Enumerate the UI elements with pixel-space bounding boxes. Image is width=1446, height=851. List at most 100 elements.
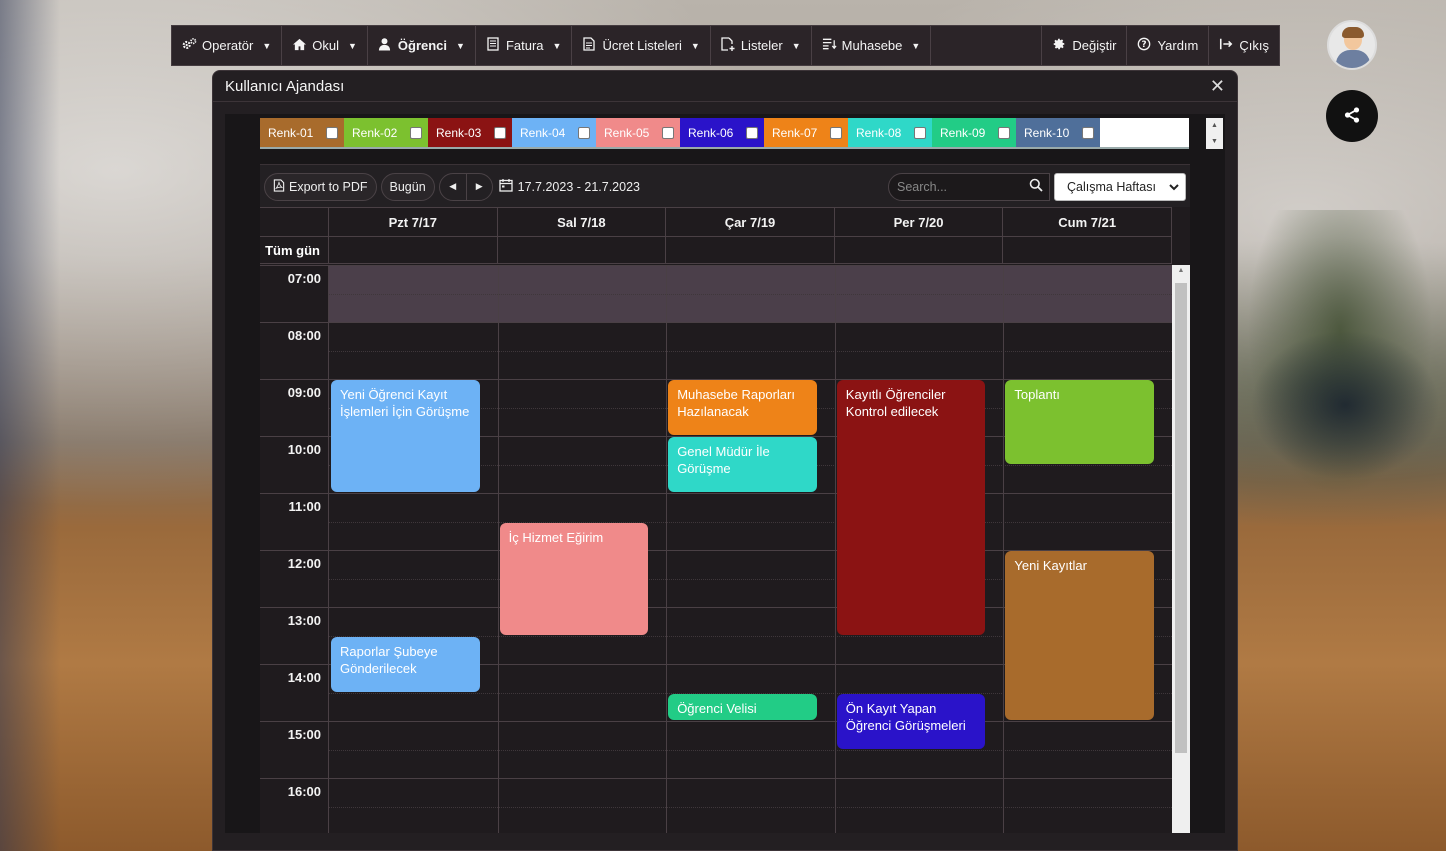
day-header[interactable]: Sal 7/18 xyxy=(498,208,667,236)
caret-down-icon: ▼ xyxy=(456,40,465,51)
nav-muhasebe-label: Muhasebe xyxy=(841,38,903,53)
legend-checkbox[interactable] xyxy=(1082,126,1094,139)
search-icon[interactable] xyxy=(1029,178,1043,195)
calendar-event[interactable]: Ön Kayıt Yapan Öğrenci Görüşmeleri xyxy=(836,693,986,749)
legend-label: Renk-02 xyxy=(352,125,398,140)
legend-checkbox[interactable] xyxy=(998,126,1010,139)
calendar-icon xyxy=(499,178,513,195)
scrollbar-thumb[interactable] xyxy=(1175,283,1187,753)
allday-cell[interactable] xyxy=(666,237,835,263)
view-selected-label: Çalışma Haftası xyxy=(1067,179,1156,194)
nav-ucret-listeleri[interactable]: Ücret Listeleri ▼ xyxy=(572,26,711,65)
scroll-up-icon[interactable]: ▲ xyxy=(1172,267,1190,274)
hour-label: 15:00 xyxy=(287,727,321,742)
calendar-event[interactable]: Raporlar Şubeye Gönderilecek xyxy=(331,636,480,692)
legend-item: Renk-07 xyxy=(764,118,848,147)
logout-label: Çıkış xyxy=(1239,38,1269,53)
nav-fatura[interactable]: Fatura ▼ xyxy=(476,26,573,65)
calendar-event[interactable]: Yeni Kayıtlar xyxy=(1005,551,1154,720)
nav-listeler[interactable]: Listeler ▼ xyxy=(711,26,812,65)
legend-item: Renk-03 xyxy=(428,118,512,147)
nav-muhasebe[interactable]: Muhasebe ▼ xyxy=(812,26,932,65)
calendar-scrollbar[interactable]: ▲ xyxy=(1172,265,1190,833)
day-column-line xyxy=(834,265,836,833)
export-pdf-button[interactable]: Export to PDF xyxy=(264,172,377,201)
calendar-event[interactable]: Kayıtlı Öğrenciler Kontrol edilecek xyxy=(836,380,986,635)
allday-cell[interactable] xyxy=(498,237,667,263)
event-title: Kayıtlı Öğrenciler Kontrol edilecek xyxy=(845,387,946,419)
day-header[interactable]: Çar 7/19 xyxy=(666,208,835,236)
legend-checkbox[interactable] xyxy=(746,126,758,139)
legend-checkbox[interactable] xyxy=(662,126,674,139)
legend-label: Renk-07 xyxy=(772,125,818,140)
legend-item: Renk-06 xyxy=(680,118,764,147)
next-icon[interactable]: ▶ xyxy=(465,173,492,200)
hour-row[interactable]: 07:00 xyxy=(260,265,1172,322)
day-column-line xyxy=(1003,265,1005,833)
legend-checkbox[interactable] xyxy=(494,126,506,139)
allday-label: Tüm gün xyxy=(260,237,329,263)
allday-cell[interactable] xyxy=(329,237,498,263)
change-label: Değiştir xyxy=(1072,38,1117,53)
day-column-line xyxy=(497,265,499,833)
top-navbar: Operatör ▼ Okul ▼ Öğrenci ▼ Fatura ▼ Ücret Liste… xyxy=(171,25,1280,66)
hour-label: 11:00 xyxy=(288,499,321,514)
hour-row[interactable]: 08:00 xyxy=(260,322,1172,379)
legend-checkbox[interactable] xyxy=(578,126,590,139)
calendar-event[interactable]: Genel Müdür İle Görüşme xyxy=(668,437,817,492)
calendar-event[interactable]: Toplantı xyxy=(1005,380,1154,464)
today-button[interactable]: Bugün xyxy=(380,172,435,201)
legend-checkbox[interactable] xyxy=(830,126,842,139)
calendar-event[interactable]: İç Hizmet Eğirim xyxy=(499,522,649,635)
search-input[interactable]: Search... xyxy=(888,172,1050,201)
legend-checkbox[interactable] xyxy=(914,126,926,139)
half-hour-line xyxy=(329,351,1172,352)
gears-icon xyxy=(182,37,197,54)
hour-label: 14:00 xyxy=(287,670,321,685)
calendar-event[interactable]: Yeni Öğrenci Kayıt İşlemleri İçin Görüşm… xyxy=(331,380,480,492)
logout-button[interactable]: Çıkış xyxy=(1208,26,1279,65)
allday-cell[interactable] xyxy=(835,237,1004,263)
help-button[interactable]: ? Yardım xyxy=(1126,26,1208,65)
nav-right-menu: Değiştir ? Yardım Çıkış xyxy=(1041,26,1279,65)
view-select[interactable]: Çalışma Haftası xyxy=(1054,172,1186,201)
day-header[interactable]: Per 7/20 xyxy=(835,208,1004,236)
legend-item: Renk-04 xyxy=(512,118,596,147)
nav-ogrenci[interactable]: Öğrenci ▼ xyxy=(368,26,476,65)
day-header[interactable]: Pzt 7/17 xyxy=(329,208,498,236)
previous-icon[interactable]: ◀ xyxy=(440,174,466,200)
share-button[interactable] xyxy=(1326,90,1378,142)
scroll-down-icon[interactable]: ▼ xyxy=(1211,138,1218,145)
allday-cell[interactable] xyxy=(1003,237,1172,263)
background-shadow xyxy=(0,0,60,851)
legend-scrollbar[interactable]: ▲ ▼ xyxy=(1206,118,1223,149)
calendar-event[interactable]: Muhasebe Raporları Hazılanacak xyxy=(668,380,817,435)
legend-item: Renk-02 xyxy=(344,118,428,147)
nav-okul-label: Okul xyxy=(312,38,339,53)
gear-icon xyxy=(1052,37,1066,54)
sign-out-icon xyxy=(1219,37,1233,54)
close-icon[interactable]: ✕ xyxy=(1210,76,1225,97)
hour-row[interactable]: 16:00 xyxy=(260,778,1172,833)
scroll-up-icon[interactable]: ▲ xyxy=(1211,122,1218,129)
date-range-picker[interactable]: 17.7.2023 - 21.7.2023 xyxy=(499,178,640,195)
hour-row[interactable]: 11:00 xyxy=(260,493,1172,550)
legend-checkbox[interactable] xyxy=(326,126,338,139)
legend-item: Renk-10 xyxy=(1016,118,1100,147)
svg-text:?: ? xyxy=(1142,40,1147,50)
legend-checkbox[interactable] xyxy=(410,126,422,139)
user-icon xyxy=(378,37,392,54)
hour-label: 07:00 xyxy=(260,266,329,322)
nav-operator[interactable]: Operatör ▼ xyxy=(172,26,283,65)
search-placeholder: Search... xyxy=(897,179,948,194)
hour-row[interactable]: 15:00 xyxy=(260,721,1172,778)
day-header[interactable]: Cum 7/21 xyxy=(1003,208,1172,236)
nav-okul[interactable]: Okul ▼ xyxy=(282,26,368,65)
calendar-event[interactable]: Öğrenci Velisi xyxy=(668,693,817,720)
event-title: İç Hizmet Eğirim xyxy=(508,529,604,545)
user-avatar[interactable] xyxy=(1327,20,1377,70)
change-button[interactable]: Değiştir xyxy=(1041,26,1126,65)
legend-label: Renk-04 xyxy=(520,125,566,140)
hour-label: 10:00 xyxy=(287,442,321,457)
day-column-line xyxy=(328,265,329,833)
